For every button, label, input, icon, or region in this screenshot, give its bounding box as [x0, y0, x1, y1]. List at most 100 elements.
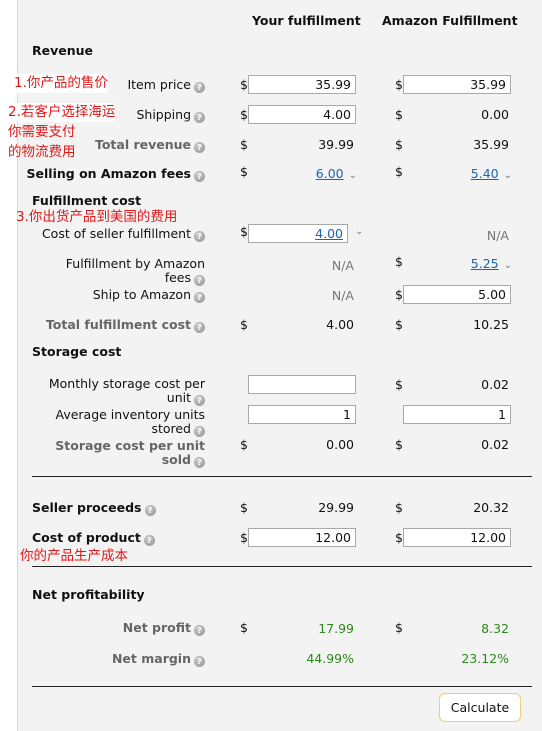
- section-revenue: Revenue: [32, 43, 94, 58]
- seller-fulfillment-your-input[interactable]: 4.00: [248, 224, 348, 243]
- help-icon[interactable]: ?: [143, 535, 155, 546]
- item-price-your-input[interactable]: 35.99: [248, 75, 356, 94]
- avg-inventory-your-input[interactable]: 1: [248, 405, 356, 424]
- currency-symbol: $: [240, 530, 248, 545]
- currency-symbol: $: [395, 530, 403, 545]
- item-price-label: Item price?: [127, 77, 205, 93]
- divider: [32, 566, 532, 567]
- net-profit-amazon-value: 8.32: [481, 621, 509, 636]
- ship-to-amazon-your-value: N/A: [331, 288, 354, 303]
- section-fulfillment-cost: Fulfillment cost: [32, 193, 142, 208]
- cost-of-product-your-input[interactable]: 12.00: [248, 528, 356, 547]
- currency-symbol: $: [240, 224, 248, 239]
- help-icon[interactable]: ?: [144, 505, 156, 516]
- help-icon[interactable]: ?: [194, 292, 205, 303]
- avg-inventory-amazon-input[interactable]: 1: [403, 405, 511, 424]
- help-icon[interactable]: ?: [194, 142, 205, 153]
- net-margin-your-value: 44.99%: [306, 651, 354, 666]
- annotation-seller-fulfillment: 3.你出货产品到美国的费用: [16, 209, 178, 225]
- storage-per-unit-label: Storage cost per unit sold?: [55, 438, 205, 468]
- help-icon[interactable]: ?: [194, 171, 205, 182]
- currency-symbol: $: [240, 137, 248, 152]
- currency-symbol: $: [395, 137, 403, 152]
- storage-per-unit-amazon-value: 0.02: [481, 437, 509, 452]
- currency-symbol: $: [395, 164, 403, 179]
- currency-symbol: $: [395, 317, 403, 332]
- annotation-shipping-2: 你需要支付: [8, 124, 76, 140]
- cost-of-product-label: Cost of product?: [32, 530, 155, 546]
- currency-symbol: $: [395, 437, 403, 452]
- total-revenue-amazon-value: 35.99: [473, 137, 509, 152]
- monthly-storage-amazon-value: 0.02: [481, 377, 509, 392]
- currency-symbol: $: [395, 500, 403, 515]
- currency-symbol: $: [395, 254, 403, 269]
- help-icon[interactable]: ?: [194, 275, 205, 286]
- net-margin-label: Net margin?: [112, 651, 205, 667]
- total-revenue-label: Total revenue?: [95, 137, 205, 153]
- annotation-cost-of-product: 你的产品生产成本: [20, 548, 128, 564]
- selling-fees-amazon-link[interactable]: 5.40 ⌄: [471, 166, 512, 181]
- annotation-shipping-1: 2.若客户选择海运: [8, 103, 116, 122]
- seller-proceeds-amazon-value: 20.32: [473, 500, 509, 515]
- chevron-down-icon[interactable]: ⌄: [349, 170, 357, 181]
- section-net-profitability: Net profitability: [32, 587, 145, 602]
- storage-per-unit-your-value: 0.00: [326, 437, 354, 452]
- help-icon[interactable]: ?: [194, 112, 205, 123]
- currency-symbol: $: [240, 164, 248, 179]
- chevron-down-icon[interactable]: ⌄: [504, 260, 512, 271]
- shipping-your-input[interactable]: 4.00: [248, 105, 356, 124]
- total-revenue-your-value: 39.99: [318, 137, 354, 152]
- currency-symbol: $: [395, 620, 403, 635]
- ship-to-amazon-input[interactable]: 5.00: [403, 285, 511, 304]
- section-storage-cost: Storage cost: [32, 344, 122, 359]
- help-icon[interactable]: ?: [194, 656, 205, 667]
- net-profit-label: Net profit?: [123, 620, 205, 636]
- shipping-label: Shipping?: [136, 107, 205, 123]
- column-header-your-fulfillment: Your fulfillment: [252, 13, 361, 28]
- monthly-storage-label: Monthly storage cost per unit?: [48, 376, 205, 406]
- avg-inventory-label: Average inventory units stored?: [55, 407, 205, 437]
- divider: [32, 476, 532, 477]
- currency-symbol: $: [240, 317, 248, 332]
- help-icon[interactable]: ?: [194, 231, 205, 242]
- cost-of-product-amazon-input[interactable]: 12.00: [403, 528, 511, 547]
- seller-fulfillment-label: Cost of seller fulfillment?: [42, 226, 205, 242]
- item-price-amazon-input[interactable]: 35.99: [403, 75, 511, 94]
- currency-symbol: $: [395, 287, 403, 302]
- help-icon[interactable]: ?: [194, 426, 205, 437]
- chevron-down-icon[interactable]: ⌄: [504, 170, 512, 181]
- help-icon[interactable]: ?: [194, 82, 205, 93]
- seller-proceeds-label: Seller proceeds?: [32, 500, 156, 516]
- net-margin-amazon-value: 23.12%: [461, 651, 509, 666]
- annotation-item-price: 1.你产品的售价: [14, 74, 108, 93]
- total-fulfillment-amazon-value: 10.25: [473, 317, 509, 332]
- seller-fulfillment-amazon-value: N/A: [486, 228, 509, 243]
- total-fulfillment-your-value: 4.00: [326, 317, 354, 332]
- annotation-shipping-3: 的物流费用: [8, 144, 76, 160]
- total-fulfillment-label: Total fulfillment cost?: [46, 317, 205, 333]
- help-icon[interactable]: ?: [194, 457, 205, 468]
- seller-proceeds-your-value: 29.99: [318, 500, 354, 515]
- currency-symbol: $: [240, 77, 248, 92]
- help-icon[interactable]: ?: [194, 625, 205, 636]
- chevron-down-icon[interactable]: ⌄: [355, 226, 363, 237]
- currency-symbol: $: [240, 107, 248, 122]
- selling-fees-your-link[interactable]: 6.00 ⌄: [316, 166, 357, 181]
- help-icon[interactable]: ?: [194, 322, 205, 333]
- currency-symbol: $: [395, 77, 403, 92]
- ship-to-amazon-label: Ship to Amazon?: [93, 287, 205, 303]
- currency-symbol: $: [395, 107, 403, 122]
- selling-fees-label: Selling on Amazon fees?: [27, 166, 205, 182]
- fba-fees-your-value: N/A: [331, 258, 354, 273]
- monthly-storage-your-input[interactable]: [248, 375, 356, 394]
- currency-symbol: $: [395, 377, 403, 392]
- currency-symbol: $: [240, 437, 248, 452]
- help-icon[interactable]: ?: [194, 395, 205, 406]
- currency-symbol: $: [240, 620, 248, 635]
- fba-fees-label: Fulfillment by Amazon fees?: [65, 256, 205, 286]
- shipping-amazon-value: 0.00: [481, 107, 509, 122]
- currency-symbol: $: [240, 500, 248, 515]
- fba-fees-amazon-link[interactable]: 5.25 ⌄: [471, 256, 512, 271]
- column-header-amazon-fulfillment: Amazon Fulfillment: [382, 13, 518, 28]
- calculate-button[interactable]: Calculate: [439, 693, 521, 722]
